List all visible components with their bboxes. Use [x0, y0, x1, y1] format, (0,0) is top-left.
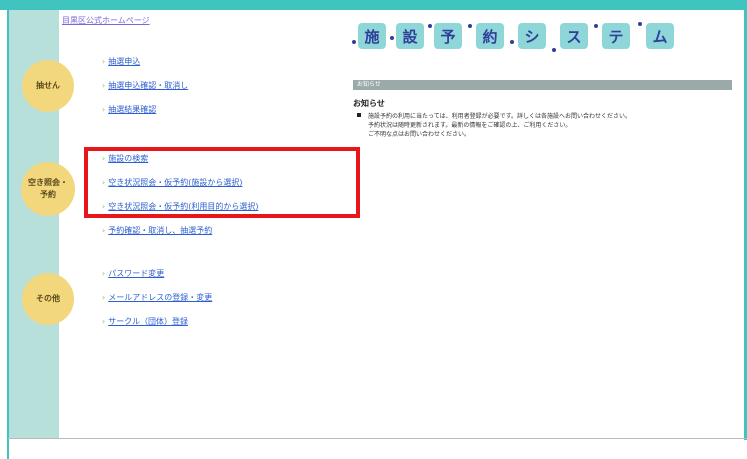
- notice-bullet-icon: [357, 113, 361, 117]
- section-label-availability: 空き照会・予約: [21, 162, 75, 216]
- notice-line: 施設予約の利用に当たっては、利用者登録が必要です。詳しくは各施設へお問い合わせく…: [368, 113, 631, 120]
- menu-circle-register[interactable]: › サークル（団体）登録: [102, 316, 188, 327]
- section-label-text: その他: [36, 294, 60, 303]
- section-label-lottery: 抽せん: [22, 60, 74, 112]
- system-title: 施 設 予 約 シ ス テ ム: [352, 20, 732, 56]
- top-frame-bar: [0, 0, 747, 10]
- menu-bullet-icon: ›: [102, 317, 106, 326]
- notice-heading: お知らせ: [353, 99, 385, 108]
- highlight-box: [84, 147, 360, 218]
- menu-lottery-confirm[interactable]: › 抽選申込確認・取消し: [102, 80, 188, 91]
- dot-icon: [594, 24, 598, 28]
- menu-bullet-icon: ›: [102, 105, 106, 114]
- dot-icon: [352, 40, 356, 44]
- section-label-other: その他: [22, 273, 74, 325]
- dot-icon: [390, 36, 394, 40]
- menu-bullet-icon: ›: [102, 226, 106, 235]
- menu-bullet-icon: ›: [102, 57, 106, 66]
- bottom-divider: [8, 438, 747, 439]
- section-label-text: 空き照会・予約: [28, 178, 68, 199]
- title-char: テ: [602, 23, 630, 49]
- notice-section-bar: お知らせ: [353, 80, 732, 90]
- menu-bullet-icon: ›: [102, 81, 106, 90]
- title-char: ム: [646, 23, 674, 49]
- menu-lottery-apply[interactable]: › 抽選申込: [102, 56, 140, 67]
- menu-email-register[interactable]: › メールアドレスの登録・変更: [102, 292, 212, 303]
- title-char: シ: [518, 23, 546, 49]
- notice-line: ご不明な点はお問い合わせください。: [368, 131, 471, 138]
- menu-reservation-confirm[interactable]: › 予約確認・取消し、抽選予約: [102, 225, 212, 236]
- title-char: 設: [396, 23, 424, 49]
- title-char: 約: [476, 23, 504, 49]
- menu-password-change[interactable]: › パスワード変更: [102, 268, 164, 279]
- title-char: ス: [560, 23, 588, 49]
- title-char: 施: [358, 23, 386, 49]
- home-link[interactable]: 目黒区公式ホームページ: [62, 15, 150, 26]
- dot-icon: [468, 24, 472, 28]
- dot-icon: [638, 22, 642, 26]
- menu-lottery-results[interactable]: › 抽選結果確認: [102, 104, 156, 115]
- dot-icon: [510, 40, 514, 44]
- menu-bullet-icon: ›: [102, 293, 106, 302]
- notice-line: 予約状況は随時更新されます。最新の情報をご確認の上、ご利用ください。: [368, 122, 572, 129]
- section-label-text: 抽せん: [36, 81, 60, 90]
- title-char: 予: [434, 23, 462, 49]
- menu-bullet-icon: ›: [102, 269, 106, 278]
- dot-icon: [428, 24, 432, 28]
- dot-icon: [552, 48, 556, 52]
